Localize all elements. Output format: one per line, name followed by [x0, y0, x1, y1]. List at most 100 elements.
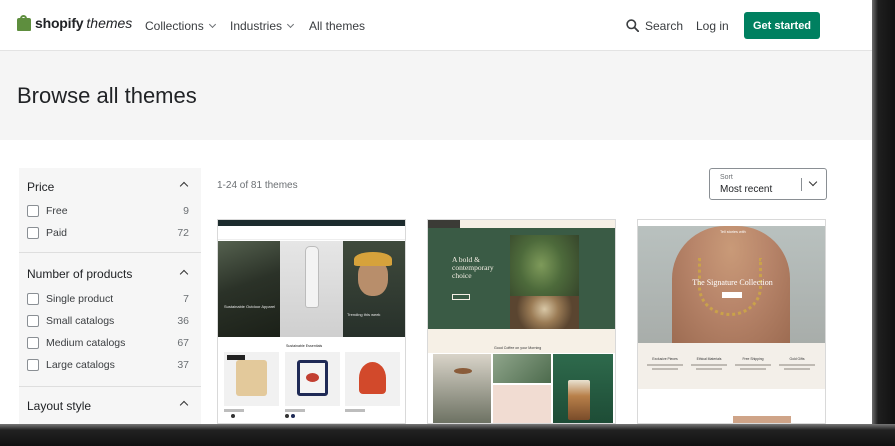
preview-product — [345, 352, 400, 406]
preview-caption-left: Sustainable Outdoor Apparel — [224, 304, 276, 309]
preview-image-interior — [433, 354, 491, 423]
checkbox[interactable] — [27, 337, 39, 349]
preview-image-portrait — [733, 416, 791, 423]
frame-shadow-right — [872, 0, 895, 446]
filter-option-label: Small catalogs — [46, 315, 115, 327]
nav-collections[interactable]: Collections — [145, 19, 216, 33]
necklace-icon — [698, 258, 762, 316]
preview-feature-title: Free Shipping — [742, 357, 764, 361]
filter-option-label: Paid — [46, 227, 68, 239]
filter-option-large-catalogs[interactable]: Large catalogs 37 — [27, 357, 189, 373]
filter-option-single-product[interactable]: Single product 7 — [27, 291, 189, 307]
sort-value: Most recent — [720, 184, 773, 195]
preview-button — [452, 294, 470, 300]
preview-headline: A bold & contemporary choice — [452, 255, 494, 280]
filter-option-label: Large catalogs — [46, 359, 115, 371]
preview-feature: Gold Gifts — [779, 357, 815, 370]
filter-option-medium-catalogs[interactable]: Medium catalogs 67 — [27, 335, 189, 351]
get-started-button[interactable]: Get started — [744, 12, 820, 39]
preview-feature-title: Exclusive Pieces — [652, 357, 678, 361]
preview-product — [285, 352, 340, 406]
nav-collections-label: Collections — [145, 19, 204, 33]
preview-brand: Tell stories with — [720, 230, 746, 234]
nav-industries[interactable]: Industries — [230, 19, 295, 33]
preview-nav — [428, 228, 615, 235]
chevron-up-icon[interactable] — [179, 181, 189, 191]
preview-headline: The Signature Collection — [692, 278, 773, 287]
divider — [19, 386, 201, 387]
filter-option-count: 9 — [183, 205, 189, 217]
hero-banner: Browse all themes — [0, 51, 872, 140]
search-icon[interactable] — [626, 19, 639, 32]
preview-button — [722, 292, 742, 298]
logo-word-shopify: shopify — [35, 15, 84, 31]
logo-word-themes: themes — [86, 15, 133, 31]
filter-products-title[interactable]: Number of products — [27, 267, 132, 281]
swatch-dot — [291, 414, 295, 418]
results-count: 1-24 of 81 themes — [217, 180, 298, 191]
bottle-icon — [305, 246, 319, 308]
theme-card-green[interactable]: A bold & contemporary choice Good Coffee… — [427, 219, 616, 424]
preview-feature: Exclusive Pieces — [647, 357, 683, 370]
glass-icon — [568, 380, 590, 420]
page-title: Browse all themes — [17, 83, 197, 108]
chevron-down-icon — [286, 20, 295, 29]
checkbox[interactable] — [27, 205, 39, 217]
preview-section-title: Sustainable Essentials — [286, 344, 323, 348]
filter-price-title[interactable]: Price — [27, 180, 54, 194]
search-link[interactable]: Search — [645, 19, 683, 33]
nav-all-themes[interactable]: All themes — [309, 19, 365, 33]
preview-feature: Ethical Materials — [691, 357, 727, 370]
chevron-up-icon[interactable] — [179, 400, 189, 410]
checkbox[interactable] — [27, 227, 39, 239]
preview-product — [224, 352, 279, 406]
filter-option-free[interactable]: Free 9 — [27, 203, 189, 219]
swatch-dot — [231, 414, 235, 418]
preview-image-forest — [218, 241, 280, 337]
filter-layout-title[interactable]: Layout style — [27, 399, 91, 413]
checkbox[interactable] — [27, 293, 39, 305]
stool-icon — [454, 368, 472, 374]
shopify-bag-icon — [17, 15, 31, 31]
jersey-icon — [297, 360, 328, 396]
filter-option-count: 36 — [177, 315, 189, 327]
filter-option-count: 72 — [177, 227, 189, 239]
login-link[interactable]: Log in — [696, 19, 729, 33]
shopify-themes-logo[interactable]: shopify themes — [17, 15, 132, 31]
preview-feature-title: Ethical Materials — [696, 357, 722, 361]
hat-icon — [354, 252, 392, 266]
theme-card-dawn[interactable]: Sustainable Outdoor Apparel Trending thi… — [217, 219, 406, 424]
preview-bottom — [638, 389, 825, 423]
filter-option-count: 7 — [183, 293, 189, 305]
preview-image-card — [493, 385, 551, 423]
preview-feature-title: Gold Gifts — [789, 357, 805, 361]
filter-option-paid[interactable]: Paid 72 — [27, 225, 189, 241]
filter-option-label: Medium catalogs — [46, 337, 126, 349]
tshirt-icon — [236, 360, 267, 396]
nav-all-themes-label: All themes — [309, 19, 366, 33]
checkbox[interactable] — [27, 315, 39, 327]
sort-divider — [801, 178, 802, 191]
chevron-down-icon — [808, 177, 818, 187]
nav-industries-label: Industries — [230, 19, 283, 33]
preview-price-line — [285, 409, 305, 412]
beanie-icon — [359, 362, 386, 394]
swatch-dot — [285, 414, 289, 418]
filter-option-count: 37 — [177, 359, 189, 371]
checkbox[interactable] — [27, 359, 39, 371]
filter-option-small-catalogs[interactable]: Small catalogs 36 — [27, 313, 189, 329]
sort-select[interactable]: Sort Most recent — [709, 168, 827, 200]
preview-image-leaves — [493, 354, 551, 383]
preview-section-title: Good Coffee on your Morning — [494, 346, 542, 350]
chevron-up-icon[interactable] — [179, 269, 189, 279]
filter-option-label: Free — [46, 205, 68, 217]
filter-option-label: Single product — [46, 293, 114, 305]
sort-label: Sort — [720, 174, 733, 181]
preview-price-line — [345, 409, 365, 412]
site-header: shopify themes Collections Industries Al… — [0, 0, 872, 51]
filter-sidebar: Price Free 9 Paid 72 Number of products … — [19, 168, 201, 424]
preview-feature: Free Shipping — [735, 357, 771, 370]
theme-card-jewelry[interactable]: Tell stories with The Signature Collecti… — [637, 219, 826, 424]
frame-shadow-bottom — [0, 424, 895, 446]
page: shopify themes Collections Industries Al… — [0, 0, 872, 424]
